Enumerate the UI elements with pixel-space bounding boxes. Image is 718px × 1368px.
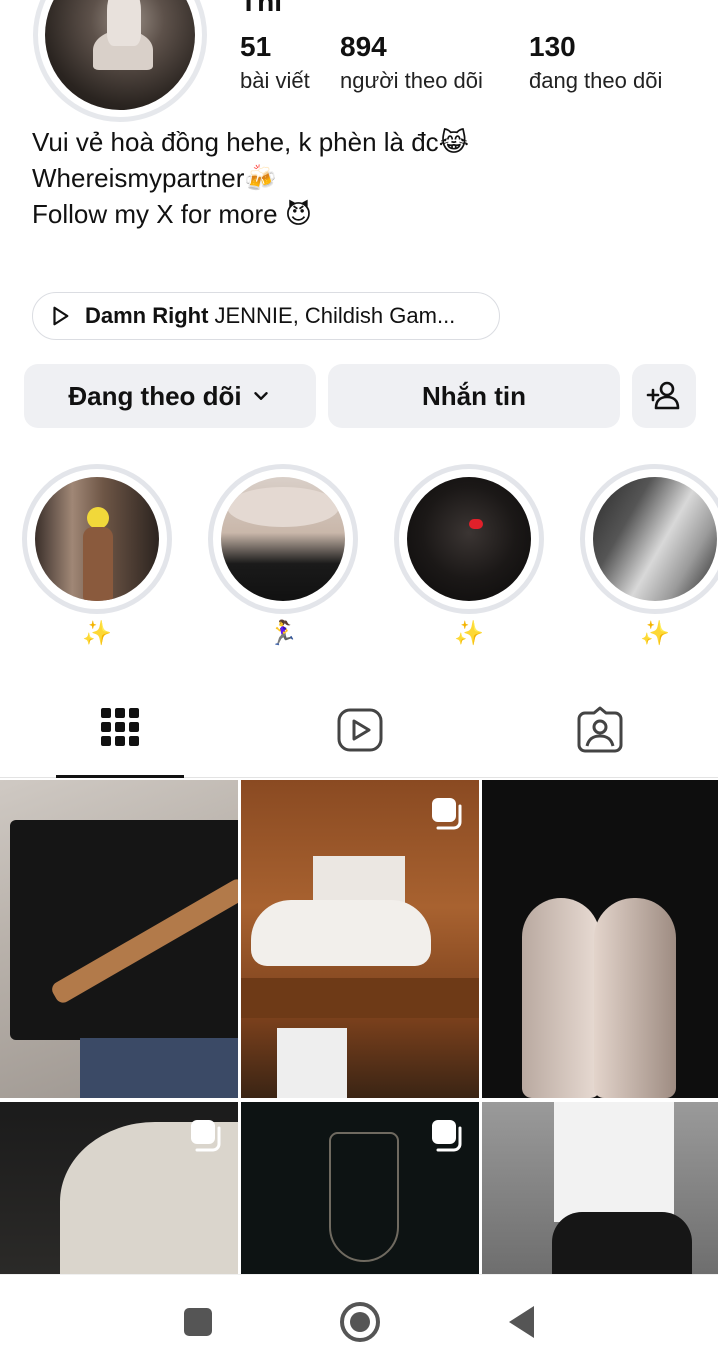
post-thumbnail[interactable]: [0, 780, 238, 1098]
bio-line: Vui vẻ hoà đồng hehe, k phèn là đc😹: [32, 127, 470, 157]
message-label: Nhắn tin: [422, 380, 526, 411]
stat-posts-label: bài viết: [240, 68, 310, 93]
highlight-caption: ✨: [640, 620, 670, 647]
stat-posts-count: 51: [240, 31, 272, 62]
music-song: Damn Right: [85, 303, 209, 328]
add-person-icon: [646, 381, 680, 410]
chevron-down-icon: [253, 392, 268, 400]
tab-tagged[interactable]: [576, 706, 624, 754]
multi-photo-icon: [432, 1120, 462, 1152]
profile-bio: Vui vẻ hoà đồng hehe, k phèn là đc😹 Wher…: [32, 124, 469, 232]
active-tab-indicator: [56, 775, 184, 778]
tagged-icon: [577, 706, 623, 753]
stat-following[interactable]: 130 đang theo dõi: [529, 30, 662, 96]
play-icon: [53, 306, 69, 326]
post-thumbnail[interactable]: [482, 1102, 718, 1274]
profile-tabs: [0, 690, 718, 778]
following-button[interactable]: Đang theo dõi: [24, 364, 316, 428]
recent-apps-icon[interactable]: [182, 1306, 214, 1338]
home-icon[interactable]: [339, 1301, 381, 1343]
highlight-caption: ✨: [82, 620, 112, 647]
highlight-cover: [593, 477, 717, 601]
highlight-3[interactable]: ✨: [394, 464, 544, 650]
bio-line: Whereismypartner🍻: [32, 163, 277, 193]
stat-followers-label: người theo dõi: [340, 68, 483, 93]
multi-photo-icon: [191, 1120, 221, 1152]
following-label: Đang theo dõi: [68, 380, 242, 411]
highlight-cover: [221, 477, 345, 601]
profile-avatar-ring[interactable]: [33, 0, 207, 122]
highlight-4[interactable]: ✨: [580, 464, 718, 650]
stat-followers[interactable]: 894 người theo dõi: [340, 30, 483, 96]
system-nav-bar: [0, 1274, 718, 1368]
highlight-caption: 🏃‍♀️: [268, 620, 298, 647]
music-pill[interactable]: Damn Right JENNIE, Childish Gam...: [32, 292, 500, 340]
stat-posts[interactable]: 51 bài viết: [240, 30, 310, 96]
back-icon[interactable]: [506, 1304, 538, 1340]
message-button[interactable]: Nhắn tin: [328, 364, 620, 428]
highlight-cover: [407, 477, 531, 601]
highlight-caption: ✨: [454, 620, 484, 647]
highlight-2[interactable]: 🏃‍♀️: [208, 464, 358, 650]
post-thumbnail[interactable]: [482, 780, 718, 1098]
highlight-1[interactable]: ✨: [22, 464, 172, 650]
stat-following-label: đang theo dõi: [529, 68, 663, 93]
music-artists: JENNIE, Childish Gam...: [214, 303, 456, 328]
multi-photo-icon: [432, 798, 462, 830]
reels-icon: [337, 708, 383, 752]
profile-name: Thi: [240, 0, 282, 17]
grid-icon: [101, 708, 139, 746]
highlight-cover: [35, 477, 159, 601]
add-person-button[interactable]: [632, 364, 696, 428]
avatar: [45, 0, 195, 110]
tab-reels[interactable]: [336, 706, 384, 754]
bio-line: Follow my X for more 😈: [32, 199, 312, 229]
stat-following-count: 130: [529, 31, 576, 62]
tab-posts[interactable]: [96, 706, 144, 754]
stat-followers-count: 894: [340, 31, 387, 62]
